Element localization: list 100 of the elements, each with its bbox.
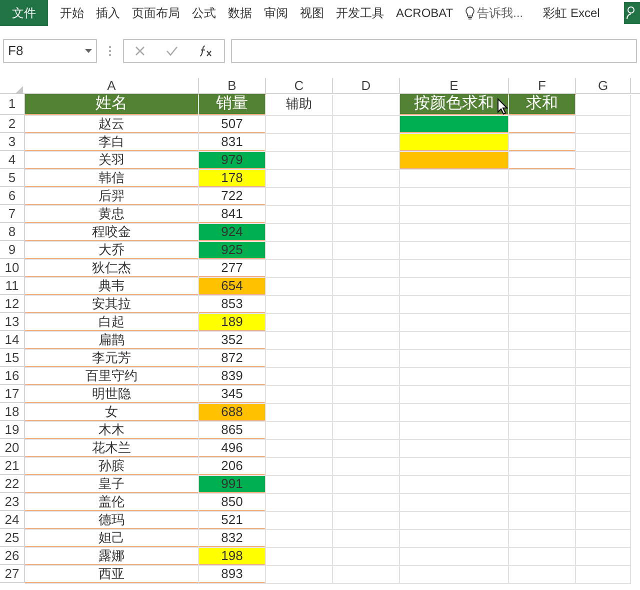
table-cell: 352	[199, 331, 266, 349]
row-header[interactable]: 15	[0, 349, 25, 367]
table-cell: 865	[199, 421, 266, 439]
row-header[interactable]: 17	[0, 385, 25, 403]
ribbon-tab[interactable]: 审阅	[258, 0, 294, 26]
table-cell: 925	[199, 241, 266, 259]
table-cell: 露娜	[25, 547, 199, 565]
row-header[interactable]: 26	[0, 547, 25, 565]
user-name: 彩虹 Excel	[543, 5, 600, 22]
header-cell-text: 辅助	[285, 95, 313, 114]
row-header[interactable]: 7	[0, 205, 25, 223]
ribbon-tab[interactable]: 插入	[90, 0, 126, 26]
row-header[interactable]: 22	[0, 475, 25, 493]
header-cell: 按颜色求和	[400, 94, 509, 115]
header-cell: 求和	[509, 94, 576, 115]
header-cell: 姓名	[25, 94, 199, 115]
row-header[interactable]: 2	[0, 115, 25, 133]
column-header[interactable]: G	[576, 78, 631, 94]
lightbulb-icon	[465, 6, 476, 20]
row-header[interactable]: 12	[0, 295, 25, 313]
table-cell: 688	[199, 403, 266, 421]
table-cell: 妲己	[25, 529, 199, 547]
row-header[interactable]: 9	[0, 241, 25, 259]
row-header[interactable]: 24	[0, 511, 25, 529]
table-cell: 345	[199, 385, 266, 403]
table-cell: 孙膑	[25, 457, 199, 475]
table-cell: 李白	[25, 133, 199, 151]
table-cell: 大乔	[25, 241, 199, 259]
table-cell: 程咬金	[25, 223, 199, 241]
select-all-icon[interactable]	[15, 86, 23, 94]
row-header[interactable]: 27	[0, 565, 25, 583]
row-header[interactable]: 3	[0, 133, 25, 151]
row-header[interactable]: 18	[0, 403, 25, 421]
row-header[interactable]: 20	[0, 439, 25, 457]
table-cell: 893	[199, 565, 266, 583]
mouse-cursor-icon	[497, 98, 508, 115]
table-cell: 白起	[25, 313, 199, 331]
row-header[interactable]: 6	[0, 187, 25, 205]
table-cell: 安其拉	[25, 295, 199, 313]
ribbon-tab[interactable]: ACROBAT	[390, 0, 460, 26]
table-cell: 黄忠	[25, 205, 199, 223]
table-cell: 盖伦	[25, 493, 199, 511]
row-header[interactable]: 25	[0, 529, 25, 547]
table-cell: 979	[199, 151, 266, 169]
table-cell: 841	[199, 205, 266, 223]
table-cell: 654	[199, 277, 266, 295]
table-cell: 853	[199, 295, 266, 313]
row-header[interactable]: 5	[0, 169, 25, 187]
ribbon-tab[interactable]: 视图	[294, 0, 330, 26]
row-header[interactable]: 8	[0, 223, 25, 241]
table-cell: 关羽	[25, 151, 199, 169]
function-icon[interactable]	[199, 45, 214, 57]
table-cell: 198	[199, 547, 266, 565]
table-cell: 189	[199, 313, 266, 331]
table-cell: 277	[199, 259, 266, 277]
table-cell: 722	[199, 187, 266, 205]
checkmark-icon[interactable]	[166, 46, 178, 56]
ribbon-tab[interactable]: 公式	[186, 0, 222, 26]
name-box[interactable]: F8	[3, 39, 97, 63]
table-cell: 991	[199, 475, 266, 493]
row-header[interactable]: 21	[0, 457, 25, 475]
header-cell: 销量	[199, 94, 266, 115]
ribbon-tab[interactable]: 文件	[0, 0, 48, 26]
table-cell: 明世隐	[25, 385, 199, 403]
row-header[interactable]: 23	[0, 493, 25, 511]
close-icon[interactable]	[134, 46, 145, 56]
row-header[interactable]: 19	[0, 421, 25, 439]
row-header[interactable]: 14	[0, 331, 25, 349]
table-cell: 李元芳	[25, 349, 199, 367]
row-header[interactable]: 11	[0, 277, 25, 295]
table-cell: 百里守约	[25, 367, 199, 385]
formula-input[interactable]	[231, 39, 637, 63]
ribbon-tab[interactable]: 开始	[54, 0, 90, 26]
table-cell: 典韦	[25, 277, 199, 295]
column-header[interactable]: C	[266, 78, 333, 94]
table-cell: 178	[199, 169, 266, 187]
tell-me-field[interactable]: 告诉我...	[465, 0, 524, 26]
table-cell: 韩信	[25, 169, 199, 187]
table-cell: 507	[199, 115, 266, 133]
column-header[interactable]: D	[333, 78, 400, 94]
table-cell: 206	[199, 457, 266, 475]
table-cell: 西亚	[25, 565, 199, 583]
row-header[interactable]: 10	[0, 259, 25, 277]
table-cell: 赵云	[25, 115, 199, 133]
table-cell: 924	[199, 223, 266, 241]
table-cell: 狄仁杰	[25, 259, 199, 277]
table-cell: 832	[199, 529, 266, 547]
table-cell: 木木	[25, 421, 199, 439]
ribbon-tab[interactable]: 页面布局	[126, 0, 186, 26]
table-cell: 839	[199, 367, 266, 385]
row-header[interactable]: 13	[0, 313, 25, 331]
table-cell: 496	[199, 439, 266, 457]
caret-icon[interactable]	[85, 49, 92, 53]
row-header[interactable]: 16	[0, 367, 25, 385]
row-header[interactable]: 4	[0, 151, 25, 169]
table-cell: 女	[25, 403, 199, 421]
table-cell: 扁鹊	[25, 331, 199, 349]
share-button[interactable]	[624, 2, 640, 24]
ribbon-tab[interactable]: 开发工具	[330, 0, 390, 26]
ribbon-tab[interactable]: 数据	[222, 0, 258, 26]
